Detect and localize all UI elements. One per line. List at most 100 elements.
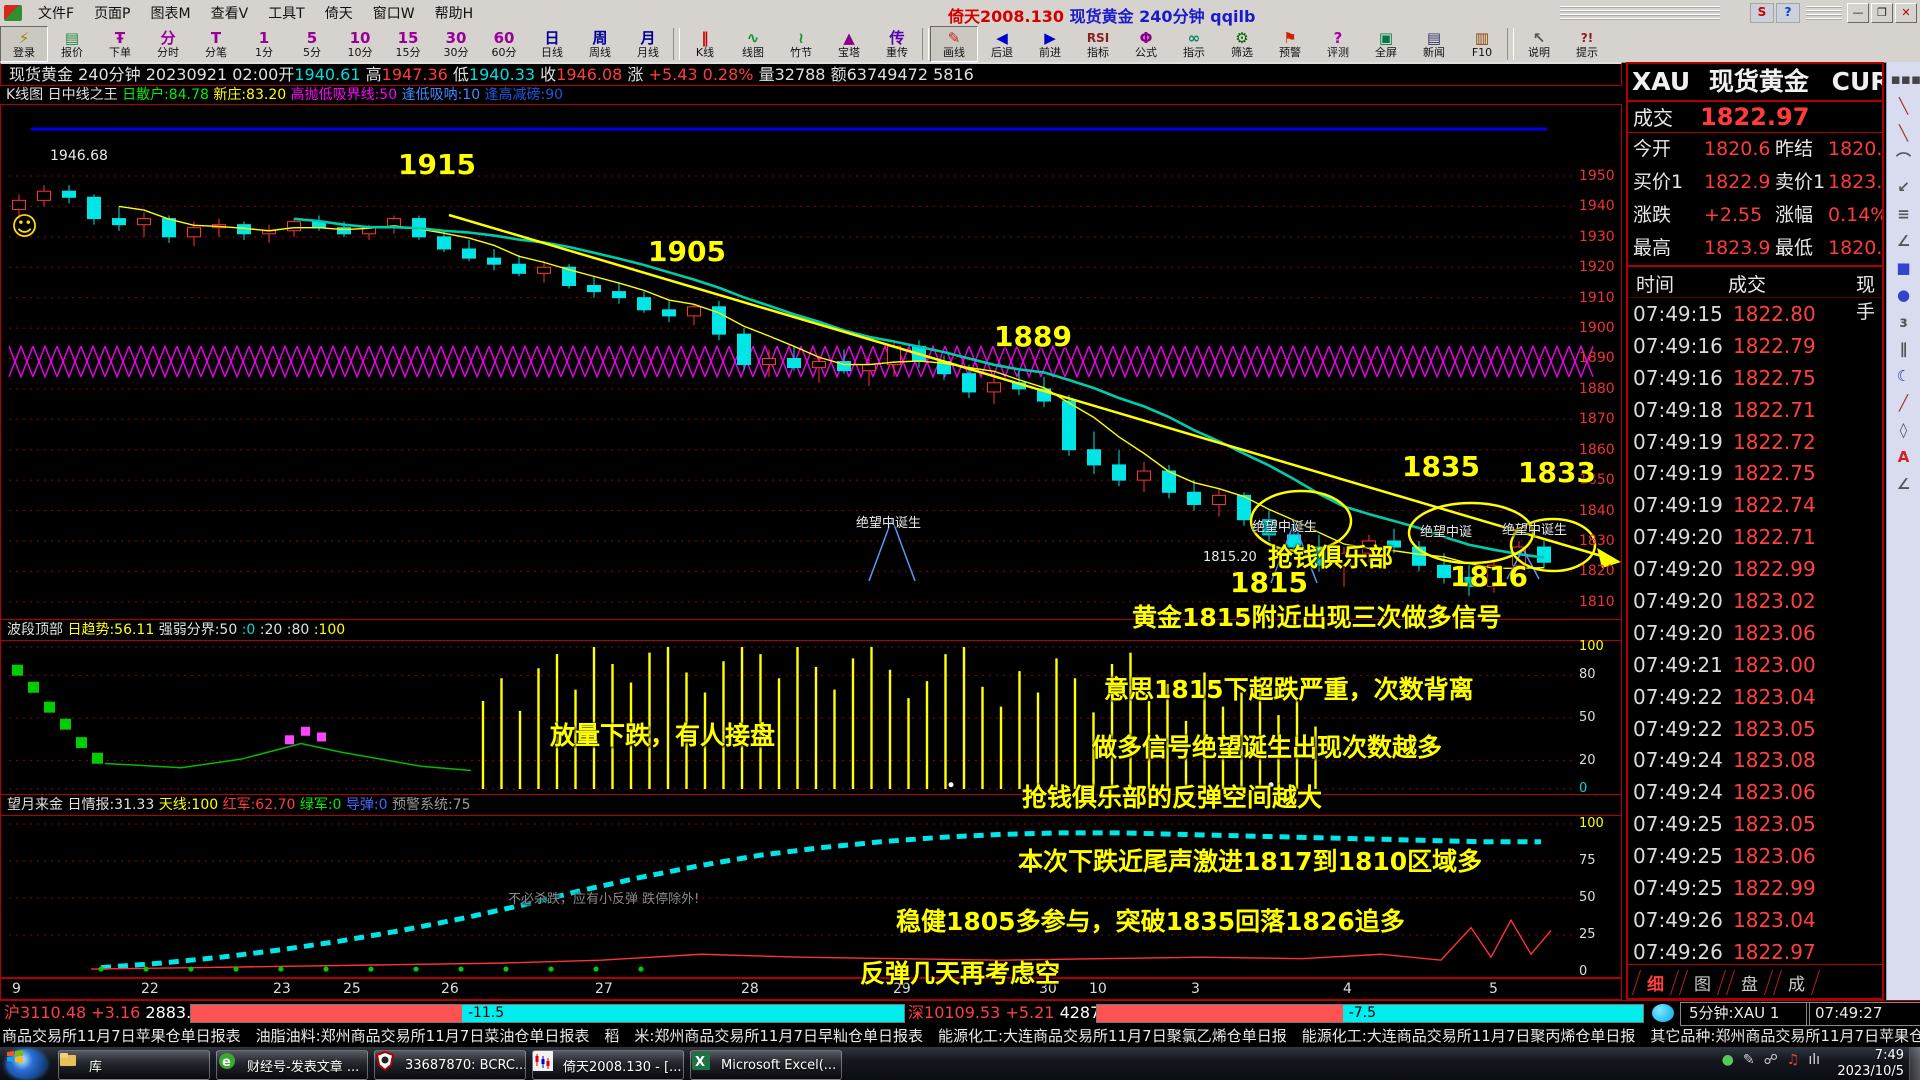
toolbar-button-60分[interactable]: 6060分 bbox=[480, 26, 528, 62]
toolbar-button-日线[interactable]: 日日线 bbox=[528, 26, 576, 62]
network-icon[interactable]: ☍ bbox=[1764, 1052, 1778, 1068]
toolbar-button-K线[interactable]: ‖K线 bbox=[681, 26, 729, 62]
toolbar-button-筛选[interactable]: ⚙筛选 bbox=[1218, 26, 1266, 62]
browser-icon: e bbox=[222, 1055, 242, 1075]
tape-time: 07:49:26 bbox=[1633, 908, 1723, 932]
menu-item-页面P[interactable]: 页面P bbox=[84, 0, 140, 26]
taskbar-button-库[interactable]: 库 bbox=[58, 1050, 210, 1080]
folder-icon bbox=[64, 1055, 84, 1075]
gann-fan-icon[interactable]: ∠ bbox=[1891, 228, 1917, 254]
toolbar-button-分笔[interactable]: T分笔 bbox=[192, 26, 240, 62]
channel-tool-icon[interactable]: ∥ bbox=[1891, 336, 1917, 362]
toolbar-button-预警[interactable]: ⚑预警 bbox=[1266, 26, 1314, 62]
pen-icon[interactable]: ✎ bbox=[1743, 1052, 1755, 1068]
toolbar-button-30分[interactable]: 3030分 bbox=[432, 26, 480, 62]
connection-indicator bbox=[1652, 1004, 1674, 1022]
parallel-lines-icon[interactable]: ≡ bbox=[1891, 201, 1917, 227]
toolbar-button-月线[interactable]: 月月线 bbox=[624, 26, 672, 62]
angle-tool-icon[interactable]: ∠ bbox=[1891, 471, 1917, 497]
refresh-mode[interactable]: 5分钟:XAU 1 bbox=[1680, 1002, 1810, 1026]
toolbar-button-新闻[interactable]: ▤新闻 bbox=[1410, 26, 1458, 62]
close-button[interactable]: ✕ bbox=[1895, 3, 1917, 23]
toolbar-button-label: 前进 bbox=[1039, 46, 1061, 59]
text-segment: K线图 bbox=[6, 87, 48, 103]
tape-time: 07:49:18 bbox=[1633, 398, 1723, 422]
wave-tool-icon[interactable]: ɜ bbox=[1891, 309, 1917, 335]
toolbar-button-说明[interactable]: ↖说明 bbox=[1515, 26, 1563, 62]
toolbar-button-登录[interactable]: ⚡登录 bbox=[0, 26, 48, 62]
toolbar-button-报价[interactable]: ▤报价 bbox=[48, 26, 96, 62]
band-top-indicator-panel[interactable]: 1008050200 bbox=[0, 640, 1622, 795]
taskbar-button-倚天2008.130 - [...[interactable]: 倚天2008.130 - [... bbox=[532, 1050, 684, 1080]
text-tool-icon[interactable]: A bbox=[1891, 444, 1917, 470]
toolbar-button-指示[interactable]: ∞指示 bbox=[1170, 26, 1218, 62]
toolbar-button-后退[interactable]: ◀后退 bbox=[978, 26, 1026, 62]
text-segment: 日趋势:56.11 bbox=[67, 622, 158, 638]
segment-line-icon[interactable]: ╲ bbox=[1891, 120, 1917, 146]
tape-row: 07:49:211823.00 bbox=[1628, 649, 1882, 681]
show-desktop-button[interactable] bbox=[1909, 1047, 1920, 1080]
toolbar-button-线图[interactable]: ∿线图 bbox=[729, 26, 777, 62]
help-button-S[interactable]: S bbox=[1750, 3, 1774, 23]
trend-line-icon[interactable]: ╲ bbox=[1891, 93, 1917, 119]
volume-muted-icon[interactable]: ♫ bbox=[1787, 1052, 1800, 1068]
menu-item-工具T[interactable]: 工具T bbox=[258, 0, 315, 26]
ellipse-tool-icon[interactable]: ● bbox=[1891, 282, 1917, 308]
quote-tab-成[interactable]: 成 bbox=[1773, 970, 1820, 995]
minimize-button[interactable]: — bbox=[1847, 3, 1869, 23]
toolbar-button-提示[interactable]: ?!提示 bbox=[1563, 26, 1611, 62]
toolbar-button-5分[interactable]: 55分 bbox=[288, 26, 336, 62]
menu-item-文件F[interactable]: 文件F bbox=[28, 0, 84, 26]
登录-icon: ⚡ bbox=[19, 30, 30, 46]
arrow-line-icon[interactable]: ↙ bbox=[1891, 174, 1917, 200]
text-segment: 1946.08 bbox=[556, 65, 622, 84]
main-kline-chart[interactable]: ☺ 19501940193019201910190018901880187018… bbox=[0, 104, 1622, 620]
toolbar-button-竹节[interactable]: ≀竹节 bbox=[777, 26, 825, 62]
menu-item-图表M[interactable]: 图表M bbox=[141, 0, 201, 26]
text-segment: 现货黄金 240分钟 bbox=[9, 65, 141, 84]
toolbar-button-宝塔[interactable]: ▲宝塔 bbox=[825, 26, 873, 62]
toolbar-button-全屏[interactable]: ▣全屏 bbox=[1362, 26, 1410, 62]
taskbar-button-33687870: BCRC...[interactable]: 33687870: BCRC... bbox=[374, 1050, 526, 1080]
news-ticker: 商品交易所11月7日苹果仓单日报表 油脂油料:郑州商品交易所11月7日菜油仓单日… bbox=[0, 1026, 1920, 1046]
text-segment: 20230921 02:00 bbox=[141, 65, 279, 84]
指标-icon: RSI bbox=[1087, 30, 1109, 46]
toolbar-button-1分[interactable]: 11分 bbox=[240, 26, 288, 62]
toolbar-button-前进[interactable]: ▶前进 bbox=[1026, 26, 1074, 62]
ray-line-icon[interactable]: ╱ bbox=[1891, 390, 1917, 416]
arc-tool-icon[interactable]: ⌒ bbox=[1891, 147, 1917, 173]
eraser-icon[interactable]: ◊ bbox=[1891, 417, 1917, 443]
messenger-icon[interactable]: ● bbox=[1722, 1052, 1734, 1068]
menu-item-倚天[interactable]: 倚天 bbox=[315, 0, 363, 26]
toolbar-button-F10[interactable]: ▥F10 bbox=[1458, 26, 1506, 62]
toolbar-button-评测[interactable]: ?评测 bbox=[1314, 26, 1362, 62]
全屏-icon: ▣ bbox=[1379, 30, 1393, 46]
moon-gold-indicator-panel[interactable]: 1007550250 bbox=[0, 815, 1622, 978]
quote-tab-图[interactable]: 图 bbox=[1679, 970, 1726, 995]
toolbar-button-分时[interactable]: 分分时 bbox=[144, 26, 192, 62]
start-button[interactable] bbox=[6, 1049, 46, 1079]
toolbar-button-15分[interactable]: 1515分 bbox=[384, 26, 432, 62]
toolbar-button-10分[interactable]: 1010分 bbox=[336, 26, 384, 62]
toolbar-button-周线[interactable]: 周周线 bbox=[576, 26, 624, 62]
taskbar-button-Microsoft Excel(...[interactable]: XMicrosoft Excel(... bbox=[690, 1050, 842, 1080]
quote-tab-盘[interactable]: 盘 bbox=[1726, 970, 1773, 995]
tick-ruler-icon[interactable]: ▪▪▪ bbox=[1891, 66, 1917, 92]
toolbar-button-画线[interactable]: ✎画线 bbox=[930, 26, 978, 62]
panel3-label-50: 50 bbox=[1579, 890, 1596, 905]
help-button-?[interactable]: ? bbox=[1776, 3, 1800, 23]
toolbar-button-下单[interactable]: Ŧ下单 bbox=[96, 26, 144, 62]
taskbar-button-财经号-发表文章 ...[interactable]: e财经号-发表文章 ... bbox=[216, 1050, 368, 1080]
toolbar-button-指标[interactable]: RSI指标 bbox=[1074, 26, 1122, 62]
toolbar-button-重传[interactable]: 传重传 bbox=[873, 26, 921, 62]
menu-item-查看V[interactable]: 查看V bbox=[201, 0, 259, 26]
restore-button[interactable]: ❐ bbox=[1871, 3, 1893, 23]
menu-item-窗口W[interactable]: 窗口W bbox=[363, 0, 425, 26]
signal-icon[interactable]: ılı bbox=[1808, 1052, 1820, 1068]
toolbar-button-公式[interactable]: Φ公式 bbox=[1122, 26, 1170, 62]
menu-item-帮助H[interactable]: 帮助H bbox=[425, 0, 484, 26]
rectangle-tool-icon[interactable]: ■ bbox=[1891, 255, 1917, 281]
quote-tab-细[interactable]: 细 bbox=[1632, 970, 1679, 995]
moon-marker-icon[interactable]: ☾ bbox=[1891, 363, 1917, 389]
panel3-header: 望月来金 日情报:31.33 天线:100 红军:62.70 绿军:0 导弹:0… bbox=[0, 795, 1622, 815]
